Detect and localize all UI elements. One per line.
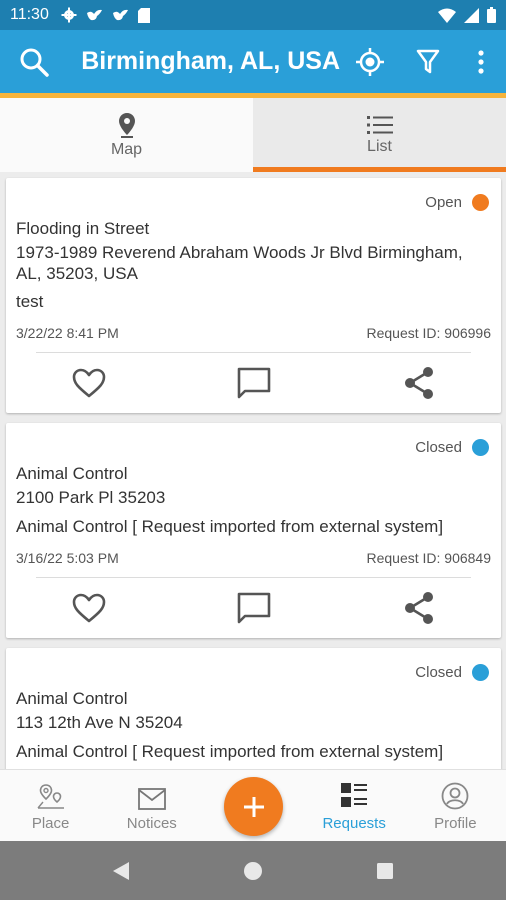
request-category: Animal Control (16, 689, 128, 708)
nav-requests[interactable]: Requests (304, 770, 405, 841)
overflow-menu-icon (478, 49, 484, 74)
status-badge: Open (425, 194, 489, 211)
request-description: Animal Control [ Request imported from e… (16, 742, 444, 761)
profile-icon (441, 782, 469, 810)
request-address: 2100 Park Pl 35203 (16, 488, 166, 507)
status-dot (472, 439, 489, 456)
status-dot (472, 194, 489, 211)
status-badge: Closed (415, 439, 489, 456)
request-date: 3/22/22 8:41 PM (16, 325, 119, 341)
comment-button[interactable] (171, 579, 336, 637)
comment-icon (237, 592, 270, 624)
nav-notices-label: Notices (126, 815, 177, 832)
filter-icon (416, 49, 440, 73)
search-icon (20, 48, 49, 77)
wifi-icon (438, 8, 456, 23)
request-card[interactable]: Closed Animal Control 113 12th Ave N 352… (6, 648, 501, 769)
nav-requests-label: Requests (322, 815, 386, 832)
request-date: 3/16/22 5:03 PM (16, 550, 119, 566)
back-button[interactable] (96, 846, 146, 896)
share-icon (404, 592, 433, 624)
view-tabs: Map List (0, 98, 506, 172)
new-request-fab[interactable] (224, 777, 283, 836)
nav-profile[interactable]: Profile (405, 770, 506, 841)
bird-icon (112, 9, 128, 21)
locate-icon (355, 47, 384, 76)
status-label: Closed (415, 439, 462, 456)
tab-map-label: Map (110, 140, 143, 158)
request-description: Animal Control [ Request imported from e… (16, 517, 444, 536)
heart-icon (72, 593, 105, 623)
recents-button[interactable] (360, 846, 410, 896)
card-divider (36, 577, 471, 578)
status-bar: 11:30 (0, 0, 506, 30)
comment-button[interactable] (171, 354, 336, 412)
status-time: 11:30 (10, 6, 49, 23)
status-label: Open (425, 194, 462, 211)
request-card[interactable]: Open Flooding in Street 1973-1989 Revere… (6, 178, 501, 413)
request-address: 113 12th Ave N 35204 (16, 713, 183, 732)
back-icon (113, 861, 129, 880)
filter-button[interactable] (399, 30, 456, 93)
card-actions (6, 354, 501, 412)
nav-place-label: Place (31, 815, 70, 832)
like-button[interactable] (6, 579, 171, 637)
request-feed[interactable]: Open Flooding in Street 1973-1989 Revere… (0, 172, 506, 769)
locate-button[interactable] (340, 30, 399, 93)
gear-icon (61, 7, 77, 23)
request-category: Flooding in Street (16, 219, 150, 238)
share-icon (404, 367, 433, 399)
share-button[interactable] (336, 354, 501, 412)
place-icon (37, 784, 64, 809)
system-navigation-bar (0, 841, 506, 900)
comment-icon (237, 367, 270, 399)
request-description: test (16, 292, 44, 311)
like-button[interactable] (6, 354, 171, 412)
tab-map[interactable]: Map (0, 98, 253, 172)
list-icon (366, 115, 393, 134)
bird-icon (86, 9, 102, 21)
status-label: Closed (415, 664, 462, 681)
plus-icon (243, 796, 264, 817)
home-icon (244, 861, 262, 880)
location-title[interactable]: Birmingham, AL, USA (81, 47, 340, 76)
request-id: Request ID: 906849 (366, 550, 491, 566)
nav-profile-label: Profile (434, 815, 477, 832)
overflow-menu-button[interactable] (457, 30, 506, 93)
card-divider (36, 352, 471, 353)
map-pin-icon (118, 112, 135, 138)
request-address: 1973-1989 Reverend Abraham Woods Jr Blvd… (16, 243, 463, 283)
share-button[interactable] (336, 579, 501, 637)
home-button[interactable] (228, 846, 278, 896)
tab-list-label: List (367, 137, 392, 155)
card-actions (6, 579, 501, 637)
search-button[interactable] (0, 30, 67, 93)
tab-list[interactable]: List (253, 98, 506, 172)
nav-notices[interactable]: Notices (101, 770, 202, 841)
cell-signal-icon (464, 7, 479, 23)
status-dot (472, 664, 489, 681)
request-card[interactable]: Closed Animal Control 2100 Park Pl 35203… (6, 423, 501, 638)
app-bar: Birmingham, AL, USA (0, 30, 506, 93)
mail-icon (137, 788, 166, 810)
status-badge: Closed (415, 664, 489, 681)
heart-icon (72, 368, 105, 398)
sd-card-icon (137, 7, 150, 23)
nav-place[interactable]: Place (0, 770, 101, 841)
request-id: Request ID: 906996 (366, 325, 491, 341)
requests-icon (341, 783, 368, 807)
recents-icon (377, 862, 393, 879)
battery-icon (487, 7, 496, 23)
request-category: Animal Control (16, 464, 128, 483)
